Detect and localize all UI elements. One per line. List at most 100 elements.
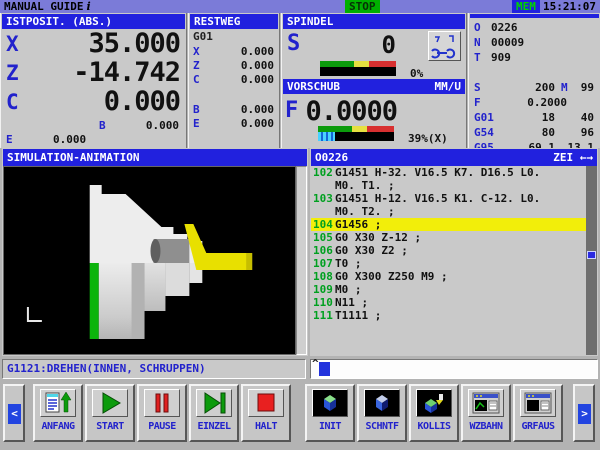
program-scrollbar-thumb[interactable]: [587, 251, 596, 259]
simulation-canvas: [3, 166, 296, 355]
simulation-3d-part: [4, 167, 295, 354]
program-line[interactable]: 109M0 ;: [311, 283, 586, 296]
edit-arrows-icon[interactable]: ←→: [580, 151, 593, 164]
modal-value: 0226: [491, 21, 518, 34]
actual-position-header: ISTPOSIT. (ABS.): [2, 14, 185, 29]
grfaus-button[interactable]: GRFAUS: [513, 384, 563, 442]
manual-guide-screen: MANUAL GUIDEi STOP MEM 15:21:07 ISTPOSIT…: [0, 0, 600, 450]
axis-value: 0.000: [241, 117, 274, 130]
simulation-header: SIMULATION-ANIMATION: [3, 149, 307, 166]
program-header-tools: ZEI ←→: [553, 149, 593, 166]
halt-button[interactable]: HALT: [241, 384, 291, 442]
axis-value: 0.000: [241, 59, 274, 72]
axis-row-z: Z -14.742: [1, 59, 186, 88]
modal-label: O: [474, 21, 481, 34]
rw-axis-row: Z 0.000: [189, 59, 279, 73]
axis-value: 0.000: [241, 73, 274, 86]
softkey-label: HALT: [255, 421, 277, 432]
modal-value: 40: [556, 111, 594, 124]
graphics-window-icon: [520, 389, 556, 417]
modal-value: 80: [497, 126, 555, 139]
modal-value: 96: [556, 126, 594, 139]
program-line[interactable]: 102G1451 H-32. V16.5 K7. D16.5 L0. M0. T…: [311, 166, 586, 192]
softkey-page-right-button[interactable]: >: [573, 384, 595, 442]
rw-axis-row: B 0.000: [189, 103, 279, 117]
tool-number-row: T 909: [469, 51, 600, 66]
cycle-message-bar: G1121:DREHEN(INNEN, SCHRUPPEN): [2, 359, 306, 379]
program-line[interactable]: 106G0 X30 Z2 ;: [311, 244, 586, 257]
softkey-row: < ANFANG START PAUSE EINZEL: [0, 384, 600, 446]
spindle-header: SPINDEL: [283, 14, 465, 29]
active-gcode: G01: [193, 30, 213, 43]
program-line[interactable]: 110N11 ;: [311, 296, 586, 309]
simulation-window: SIMULATION-ANIMATION: [2, 148, 308, 356]
program-line[interactable]: 103G1451 H-12. V16.5 K1. C-12. L0. M0. T…: [311, 192, 586, 218]
softkey-label: SCHNTF: [365, 421, 398, 432]
modal-g-row: G54 80 96: [469, 126, 600, 141]
program-header: O0226 ZEI ←→: [311, 149, 597, 166]
axis-letter: Z: [193, 59, 200, 72]
pause-icon: [144, 389, 180, 417]
feed-title: VORSCHUB: [287, 80, 340, 93]
modal-label: G54: [474, 126, 494, 139]
modal-g-row: G01 18 40: [469, 111, 600, 126]
spindle-load-meter: [320, 61, 396, 76]
zei-label: ZEI: [553, 151, 573, 164]
softkey-label: START: [96, 421, 124, 432]
anfang-button[interactable]: ANFANG: [33, 384, 83, 442]
modal-value: 0.2000: [497, 96, 567, 109]
softkey-label: KOLLIS: [417, 421, 450, 432]
softkey-label: ANFANG: [41, 421, 74, 432]
simulation-scrollbar[interactable]: [296, 166, 307, 355]
axis-letter: B: [99, 119, 106, 132]
init-button[interactable]: INIT: [305, 384, 355, 442]
axis-letter: C: [6, 88, 19, 116]
spindle-panel: SPINDEL S 0 0% VORSCHUB MM/U F 0.0000: [281, 13, 467, 148]
modal-panel-header: [470, 14, 599, 18]
program-line[interactable]: 105G0 X30 Z-12 ;: [311, 231, 586, 244]
axis-letter: Z: [6, 59, 19, 87]
softkey-label: GRFAUS: [521, 421, 554, 432]
cube-init-icon: [312, 389, 348, 417]
key-input-buffer[interactable]: ^: [310, 359, 598, 379]
axis-letter: B: [193, 103, 200, 116]
program-line[interactable]: 108G0 X300 Z250 M9 ;: [311, 270, 586, 283]
kollis-button[interactable]: KOLLIS: [409, 384, 459, 442]
axis-letter: E: [6, 133, 13, 146]
program-line[interactable]: 111T1111 ;: [311, 309, 586, 322]
distance-to-go-panel: RESTWEG G01 X 0.000 Z 0.000 C 0.000 B 0.…: [188, 13, 280, 148]
modal-label: T: [474, 51, 481, 64]
modal-label: F: [474, 96, 481, 109]
clock: 15:21:07: [543, 0, 596, 13]
program-line[interactable]: 107T0 ;: [311, 257, 586, 270]
softkey-page-left-button[interactable]: <: [3, 384, 25, 442]
chevron-left-icon: <: [8, 404, 21, 424]
program-number: O0226: [315, 151, 348, 164]
app-title: MANUAL GUIDEi: [4, 0, 91, 13]
modal-s-row: S 200 M 99: [469, 81, 600, 96]
feed-header: VORSCHUB MM/U: [283, 79, 465, 94]
status-badge-stop: STOP: [345, 0, 380, 13]
modal-label: G01: [474, 111, 494, 124]
insert-caret: ^: [312, 357, 319, 370]
pause-button[interactable]: PAUSE: [137, 384, 187, 442]
einzel-button[interactable]: EINZEL: [189, 384, 239, 442]
titlebar: MANUAL GUIDEi STOP MEM 15:21:07: [0, 0, 600, 13]
modal-value: 99: [556, 81, 594, 94]
axis-letter: C: [193, 73, 200, 86]
axis-row-c: C 0.000: [1, 88, 186, 117]
rw-axis-row: C 0.000: [189, 73, 279, 87]
modal-label: N: [474, 36, 481, 49]
program-window: O0226 ZEI ←→ 102G1451 H-32. V16.5 K7. D1…: [310, 148, 598, 356]
wzbahn-button[interactable]: WZBAHN: [461, 384, 511, 442]
schntf-button[interactable]: SCHNTF: [357, 384, 407, 442]
softkey-label: INIT: [319, 421, 341, 432]
axis-letter: E: [193, 117, 200, 130]
app-title-i: i: [86, 0, 90, 13]
program-scrollbar[interactable]: [586, 166, 597, 355]
axis-row-e: E 0.000: [1, 133, 186, 146]
actual-position-panel: ISTPOSIT. (ABS.) X 35.000 Z -14.742 C 0.…: [0, 13, 187, 148]
start-button[interactable]: START: [85, 384, 135, 442]
program-line-current[interactable]: 104G1456 ;: [311, 218, 586, 231]
softkey-label: PAUSE: [148, 421, 176, 432]
